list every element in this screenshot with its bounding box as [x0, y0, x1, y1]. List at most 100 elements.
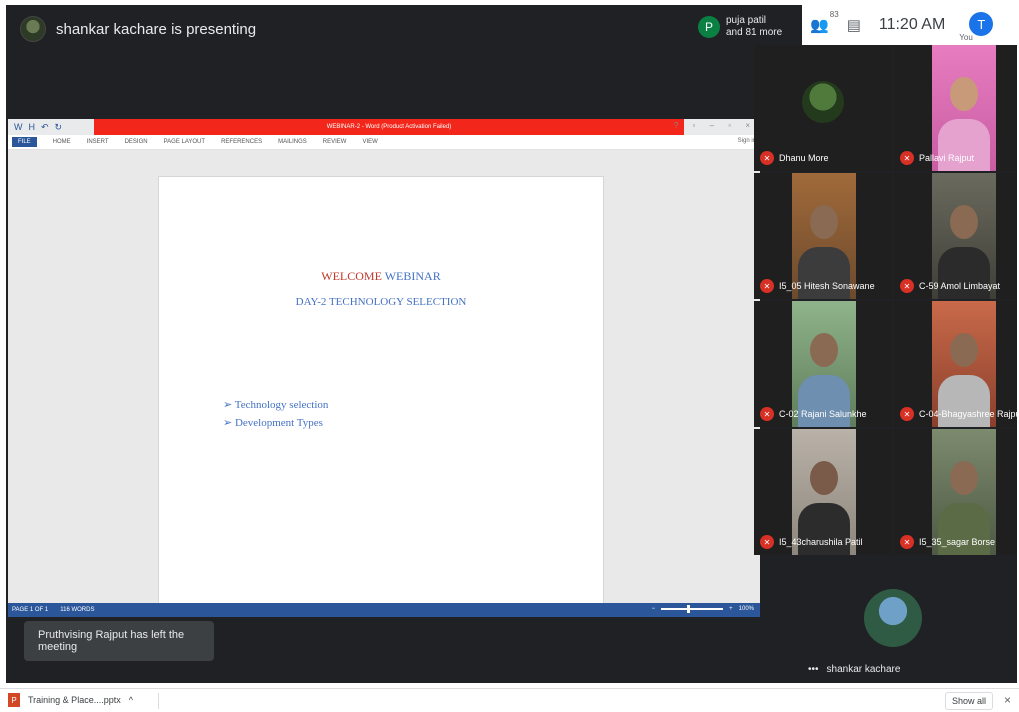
self-label: You [959, 33, 973, 42]
participant-name: Dhanu More [779, 153, 829, 163]
participant-tile[interactable]: ✕ C-02 Rajani Salunkhe [754, 301, 892, 427]
doc-bullet-text: Development Types [234, 417, 323, 429]
tab-file: FILE [12, 137, 37, 147]
presenter-tile-label: ••• shankar kachare [808, 664, 900, 675]
participant-tile[interactable]: ✕ C-59 Amol Limbayat [894, 173, 1017, 299]
tab-review: REVIEW [322, 139, 347, 145]
doc-title: WELCOME WEBINAR [159, 269, 603, 284]
window-buttons: ? ▫ – ▫ × [673, 121, 756, 130]
presenter-avatar [20, 16, 46, 42]
participant-name: C-59 Amol Limbayat [919, 281, 1001, 291]
close-icon[interactable]: × [1004, 693, 1011, 707]
mic-off-icon: ✕ [760, 279, 774, 293]
tile-label: ✕ I5_35_sagar Borse [900, 535, 995, 549]
word-statusbar: PAGE 1 OF 1 116 WORDS − + 100% [8, 603, 760, 617]
self-avatar: T [969, 12, 994, 36]
participant-tile[interactable]: ✕ I5_35_sagar Borse [894, 429, 1017, 555]
pptx-file-icon: P [8, 693, 20, 707]
participant-tile[interactable]: ✕ I5_43charushila Patil [754, 429, 892, 555]
tab-design: DESIGN [124, 139, 148, 145]
participant-name: I5_35_sagar Borse [919, 537, 996, 547]
download-separator [158, 693, 159, 709]
presenter-name: shankar kachare [826, 664, 901, 675]
doc-bullet-text: Technology selection [234, 399, 329, 411]
ribbon-tabs: FILE HOME INSERT DESIGN PAGE LAYOUT REFE… [8, 135, 760, 150]
tab-page-layout: PAGE LAYOUT [163, 139, 206, 145]
self-avatar-button[interactable]: You T [959, 10, 994, 42]
participant-name: C-02 Rajani Salunkhe [779, 409, 867, 419]
presenter-text: shankar kacharе is presenting [56, 20, 257, 38]
meet-window: shankar kacharе is presenting P puja pat… [6, 5, 1017, 683]
participant-tile[interactable]: ✕ C-04-Bhagyashree Rajput [894, 301, 1017, 427]
tab-insert: INSERT [86, 139, 109, 145]
video-face [810, 205, 838, 239]
participant-tile[interactable]: ✕ I5_05 Hitesh Sonawane [754, 173, 892, 299]
mic-off-icon: ✕ [900, 407, 914, 421]
word-count: 116 WORDS [60, 607, 95, 613]
zoom-minus-icon: − [651, 606, 656, 612]
download-filename: Training & Place....pptx [28, 695, 121, 705]
doc-bullet: ➢ Development Types [223, 414, 328, 432]
zoom-control: − + 100% [651, 605, 754, 613]
tab-mailings: MAILINGS [278, 139, 307, 145]
participant-name: I5_43charushila Patil [779, 537, 863, 547]
people-icon[interactable]: 👥 83 [810, 10, 839, 34]
redo-icon: ↻ [54, 121, 63, 132]
meet-toolbar: 👥 83 ▤ 11:20 AM You T [802, 5, 1017, 45]
chat-icon[interactable]: ▤ [847, 16, 861, 34]
video-face [950, 333, 978, 367]
participant-tile[interactable]: ✕ Pallavi Rajput [894, 45, 1017, 171]
download-item[interactable]: P Training & Place....pptx ^ [8, 693, 133, 707]
tile-label: ✕ Dhanu More [760, 151, 829, 165]
shared-screen-word: W H ↶ ↻ WEBINAR-2 - Word (Product Activa… [8, 119, 760, 617]
tile-label: ✕ I5_05 Hitesh Sonawane [760, 279, 875, 293]
download-bar: P Training & Place....pptx ^ Show all × [0, 688, 1019, 712]
tile-label: ✕ C-04-Bhagyashree Rajput [900, 407, 1017, 421]
doc-title-webinar: WEBINAR [384, 269, 441, 283]
page-count: PAGE 1 OF 1 [12, 607, 49, 613]
tab-references: REFERENCES [221, 139, 263, 145]
zoom-level: 100% [738, 606, 754, 612]
tab-view: VIEW [362, 139, 378, 145]
word-titlebar: W H ↶ ↻ WEBINAR-2 - Word (Product Activa… [8, 119, 760, 135]
doc-title-welcome: WELCOME [321, 269, 382, 283]
word-title-text: WEBINAR-2 - Word (Product Activation Fai… [94, 119, 684, 135]
more-options-icon[interactable]: ••• [808, 664, 819, 675]
participant-count: 83 [829, 10, 839, 19]
participant-name: I5_05 Hitesh Sonawane [779, 281, 875, 291]
participant-tile[interactable]: ✕ Dhanu More [754, 45, 892, 171]
show-all-button[interactable]: Show all [944, 692, 993, 710]
word-logo-icon: W [14, 121, 23, 132]
video-face [810, 461, 838, 495]
tile-label: ✕ C-59 Amol Limbayat [900, 279, 1000, 293]
mic-off-icon: ✕ [900, 279, 914, 293]
mic-off-icon: ✕ [900, 151, 914, 165]
presenter-tile-avatar [864, 589, 922, 647]
presenter-banner: shankar kacharе is presenting [20, 15, 256, 43]
arrow-bullet-icon: ➢ [223, 417, 235, 429]
participants-pill-line2: and 81 more [726, 27, 783, 38]
tile-label: ✕ C-02 Rajani Salunkhe [760, 407, 867, 421]
doc-bullet-list: ➢ Technology selection ➢ Development Typ… [223, 396, 328, 432]
participants-pill-text: puja patil and 81 more [726, 15, 782, 39]
video-face [950, 77, 978, 111]
undo-icon: ↶ [41, 121, 49, 132]
zoom-slider [661, 605, 724, 613]
video-face [950, 461, 978, 495]
mic-off-icon: ✕ [760, 535, 774, 549]
chevron-up-icon[interactable]: ^ [129, 695, 133, 705]
participants-pill-line1: puja patil [726, 15, 767, 26]
tab-home: HOME [52, 139, 71, 145]
quick-access-toolbar: W H ↶ ↻ [8, 122, 62, 133]
presenter-tile[interactable]: ••• shankar kachare [792, 561, 1016, 683]
zoom-knob [687, 605, 691, 613]
document-page: WELCOME WEBINAR DAY-2 TECHNOLOGY SELECTI… [158, 176, 604, 608]
mic-off-icon: ✕ [900, 535, 914, 549]
left-meeting-toast: Pruthvising Rajput has left the meeting [24, 621, 214, 661]
clock: 11:20 AM [878, 16, 946, 33]
tile-label: ✕ Pallavi Rajput [900, 151, 974, 165]
participants-pill[interactable]: P puja patil and 81 more [690, 7, 802, 47]
participant-name: C-04-Bhagyashree Rajput [919, 409, 1017, 419]
document-area: WELCOME WEBINAR DAY-2 TECHNOLOGY SELECTI… [8, 150, 760, 608]
mic-off-icon: ✕ [760, 151, 774, 165]
